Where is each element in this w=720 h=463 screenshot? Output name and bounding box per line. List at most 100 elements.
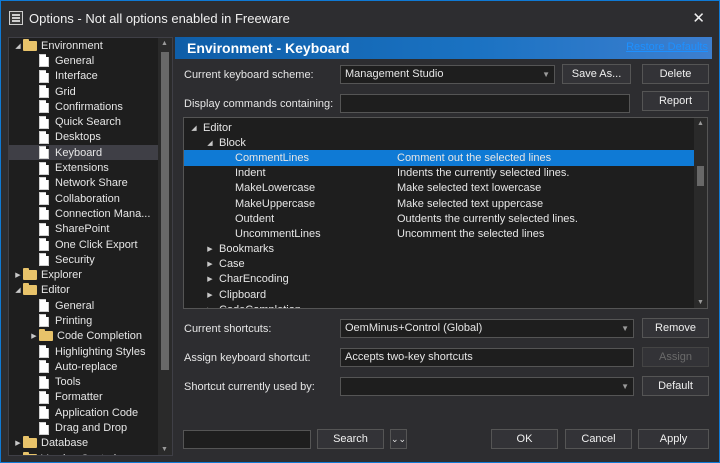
close-icon[interactable]: ✕ [692, 9, 705, 27]
tree-item[interactable]: ▶ Explorer [9, 267, 159, 282]
expand-icon[interactable]: ▶ [29, 332, 39, 340]
delete-button[interactable]: Delete [642, 64, 709, 84]
tree-item[interactable]: General [9, 53, 159, 68]
remove-button[interactable]: Remove [642, 318, 709, 338]
tree-item[interactable]: Network Share [9, 176, 159, 191]
tree-item-label: Version Control [41, 453, 116, 455]
tree-item[interactable]: Drag and Drop [9, 420, 159, 435]
tree-item[interactable]: Confirmations [9, 99, 159, 114]
current-shortcuts-combo[interactable]: OemMinus+Control (Global) ▼ [340, 319, 634, 338]
collapse-icon[interactable]: ◢ [13, 42, 23, 50]
tree-item[interactable]: Tools [9, 375, 159, 390]
search-button[interactable]: Search [317, 429, 384, 449]
tree-item-label: Connection Mana... [55, 207, 151, 220]
command-row[interactable]: ▶ CharEncoding [184, 272, 696, 287]
command-row[interactable]: ◢ Block [184, 135, 696, 150]
command-row[interactable]: ▶CodeCompletion [184, 302, 696, 308]
tree-item[interactable]: Formatter [9, 390, 159, 405]
display-commands-label: Display commands containing: [184, 98, 334, 110]
folder-icon [23, 436, 37, 449]
tree-item[interactable]: Auto-replace [9, 359, 159, 374]
scroll-thumb[interactable] [697, 166, 704, 186]
scheme-value: Management Studio [345, 68, 444, 80]
scroll-up-icon[interactable]: ▲ [161, 40, 168, 47]
tree-item[interactable]: One Click Export [9, 237, 159, 252]
tree-item-label: Security [55, 253, 95, 266]
tree-item[interactable]: Desktops [9, 130, 159, 145]
restore-defaults-link[interactable]: Restore Defaults [626, 41, 708, 53]
command-row[interactable]: ▶ Case [184, 257, 696, 272]
command-row[interactable]: UncommentLines Uncomment the selected lin… [184, 226, 696, 241]
save-as-button[interactable]: Save As... [562, 64, 631, 84]
expand-icon[interactable]: ▶ [13, 455, 23, 456]
command-row[interactable]: MakeLowercase Make selected text lowercas… [184, 181, 696, 196]
options-window: Options - Not all options enabled in Fre… [0, 0, 720, 463]
report-button[interactable]: Report [642, 91, 709, 111]
scroll-thumb[interactable] [161, 52, 169, 370]
tree-item[interactable]: ▶ Version Control [9, 451, 159, 456]
tree-item[interactable]: Collaboration [9, 191, 159, 206]
assign-button[interactable]: Assign [642, 347, 709, 367]
command-description: Indents the currently selected lines. [397, 167, 570, 180]
collapse-icon[interactable]: ◢ [13, 286, 23, 294]
scheme-combo[interactable]: Management Studio ▼ [340, 65, 555, 84]
command-row[interactable]: ◢ Editor [184, 120, 696, 135]
page-icon [39, 192, 49, 206]
tree-item[interactable]: Connection Mana... [9, 206, 159, 221]
tree-item[interactable]: Extensions [9, 160, 159, 175]
page-title: Environment - Keyboard [187, 40, 350, 56]
command-name: CodeCompletion [216, 304, 301, 308]
tree-item[interactable]: Highlighting Styles [9, 344, 159, 359]
command-row[interactable]: ▶ Bookmarks [184, 242, 696, 257]
tree-item[interactable]: Printing [9, 313, 159, 328]
tree-scrollbar[interactable]: ▲ ▼ [158, 38, 172, 455]
command-row[interactable]: ▶ Clipboard [184, 287, 696, 302]
scroll-down-icon[interactable]: ▼ [697, 299, 704, 306]
tree-item[interactable]: Application Code [9, 405, 159, 420]
display-commands-input[interactable] [340, 94, 630, 113]
current-shortcuts-label: Current shortcuts: [184, 323, 272, 335]
cancel-button[interactable]: Cancel [565, 429, 632, 449]
tree-item[interactable]: Grid [9, 84, 159, 99]
commands-tree: ◢ Editor ◢ Block CommentLines Comment out the… [183, 117, 708, 309]
scroll-up-icon[interactable]: ▲ [697, 120, 704, 127]
scroll-down-icon[interactable]: ▼ [161, 446, 168, 453]
expand-icon[interactable]: ▶ [204, 245, 216, 253]
expand-icon[interactable]: ▶ [204, 275, 216, 283]
apply-button[interactable]: Apply [638, 429, 709, 449]
tree-item-label: Drag and Drop [55, 422, 128, 435]
tree-item[interactable]: ◢ Environment [9, 38, 159, 53]
tree-item[interactable]: ▶ Code Completion [9, 329, 159, 344]
used-by-combo[interactable]: ▼ [340, 377, 634, 396]
tree-item-label: Code Completion [57, 330, 142, 343]
expand-icon[interactable]: ▶ [204, 306, 216, 308]
command-row[interactable]: Outdent Outdents the currently selected l… [184, 211, 696, 226]
tree-item-label: Printing [55, 314, 93, 327]
expand-icon[interactable]: ▶ [13, 271, 23, 279]
expand-icon[interactable]: ▶ [204, 291, 216, 299]
command-row[interactable]: Indent Indents the currently selected lin… [184, 166, 696, 181]
tree-item[interactable]: ◢ Editor [9, 283, 159, 298]
tree-item[interactable]: Keyboard [9, 145, 159, 161]
assign-shortcut-input[interactable]: Accepts two-key shortcuts [340, 348, 634, 367]
command-row[interactable]: MakeUppercase Make selected text uppercas… [184, 196, 696, 211]
commands-scrollbar[interactable]: ▲ ▼ [694, 118, 707, 308]
tree-item[interactable]: Security [9, 252, 159, 267]
collapse-icon[interactable]: ◢ [204, 139, 216, 147]
tree-item[interactable]: ▶ Database [9, 436, 159, 451]
double-chevron-down-icon[interactable]: ⌄⌄ [390, 429, 407, 449]
page-icon [39, 161, 49, 175]
tree-item[interactable]: Quick Search [9, 114, 159, 129]
ok-button[interactable]: OK [491, 429, 558, 449]
collapse-icon[interactable]: ◢ [188, 124, 200, 132]
tree-item[interactable]: SharePoint [9, 222, 159, 237]
tree-item[interactable]: General [9, 298, 159, 313]
default-button[interactable]: Default [642, 376, 709, 396]
expand-icon[interactable]: ▶ [204, 260, 216, 268]
search-input[interactable] [183, 430, 311, 449]
tree-item-label: Highlighting Styles [55, 345, 146, 358]
tree-item[interactable]: Interface [9, 69, 159, 84]
command-row[interactable]: CommentLines Comment out the selected lin… [184, 150, 696, 166]
page-icon [39, 85, 49, 99]
expand-icon[interactable]: ▶ [13, 439, 23, 447]
